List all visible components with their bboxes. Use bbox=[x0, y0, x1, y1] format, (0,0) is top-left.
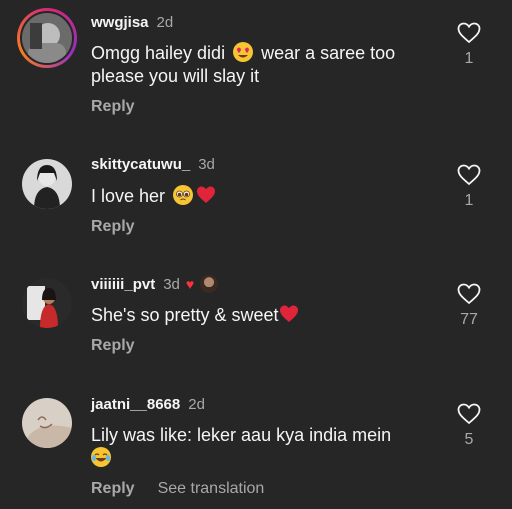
creator-avatar-icon bbox=[200, 275, 219, 293]
timestamp: 2d bbox=[188, 395, 205, 413]
like-area: 1 bbox=[452, 22, 486, 68]
like-area: 1 bbox=[452, 164, 486, 210]
comment-text: She's so pretty & sweet bbox=[91, 304, 431, 327]
heart-icon[interactable] bbox=[457, 164, 481, 186]
comment-actions: Reply bbox=[91, 337, 135, 355]
avatar-image bbox=[22, 159, 72, 209]
see-translation-button[interactable]: See translation bbox=[158, 480, 265, 498]
timestamp: 2d bbox=[156, 13, 174, 31]
username[interactable]: wwgjisa bbox=[91, 14, 149, 31]
avatar[interactable] bbox=[22, 159, 72, 209]
like-count: 77 bbox=[460, 311, 478, 328]
reply-button[interactable]: Reply bbox=[91, 480, 135, 498]
pleading-face-emoji bbox=[173, 185, 194, 205]
joy-emoji bbox=[91, 447, 111, 467]
reply-button[interactable]: Reply bbox=[91, 337, 135, 355]
avatar[interactable] bbox=[22, 398, 72, 448]
heart-icon[interactable] bbox=[457, 22, 481, 44]
heart-eyes-emoji bbox=[233, 42, 254, 62]
red-heart-emoji bbox=[279, 304, 299, 324]
comment-text: Lily was like: leker aau kya india mein bbox=[91, 424, 431, 470]
reply-button[interactable]: Reply bbox=[91, 218, 135, 236]
comment-text: I love her bbox=[91, 185, 431, 208]
like-count: 1 bbox=[464, 192, 474, 209]
comment-meta: viiiiii_pvt 3d ♥ bbox=[91, 273, 219, 295]
username[interactable]: skittycatuwu_ bbox=[91, 156, 190, 173]
avatar-image bbox=[22, 13, 72, 63]
comment-meta: skittycatuwu_ 3d bbox=[91, 153, 215, 175]
heart-icon[interactable] bbox=[457, 403, 481, 425]
like-count: 5 bbox=[464, 431, 474, 448]
avatar[interactable] bbox=[17, 8, 77, 68]
comment-text: Omgg hailey didi wear a saree too please… bbox=[91, 42, 396, 86]
comment-actions: Reply bbox=[91, 218, 135, 236]
red-heart-emoji bbox=[196, 185, 216, 205]
like-count: 1 bbox=[464, 50, 474, 67]
timestamp: 3d bbox=[163, 275, 180, 293]
username[interactable]: jaatni__8668 bbox=[91, 396, 180, 413]
comment-meta: wwgjisa 2d bbox=[91, 11, 173, 33]
comment-actions: Reply See translation bbox=[91, 480, 264, 498]
avatar[interactable] bbox=[22, 278, 72, 328]
like-area: 5 bbox=[452, 403, 486, 449]
comment-actions: Reply bbox=[91, 98, 135, 116]
heart-icon[interactable] bbox=[457, 283, 481, 305]
comment-meta: jaatni__8668 2d bbox=[91, 393, 205, 415]
avatar-image bbox=[22, 398, 72, 448]
avatar-image bbox=[22, 278, 72, 328]
username[interactable]: viiiiii_pvt bbox=[91, 276, 155, 293]
reply-button[interactable]: Reply bbox=[91, 98, 135, 116]
like-area: 77 bbox=[452, 283, 486, 329]
timestamp: 3d bbox=[198, 155, 215, 173]
creator-liked-heart-icon: ♥ bbox=[185, 276, 195, 292]
